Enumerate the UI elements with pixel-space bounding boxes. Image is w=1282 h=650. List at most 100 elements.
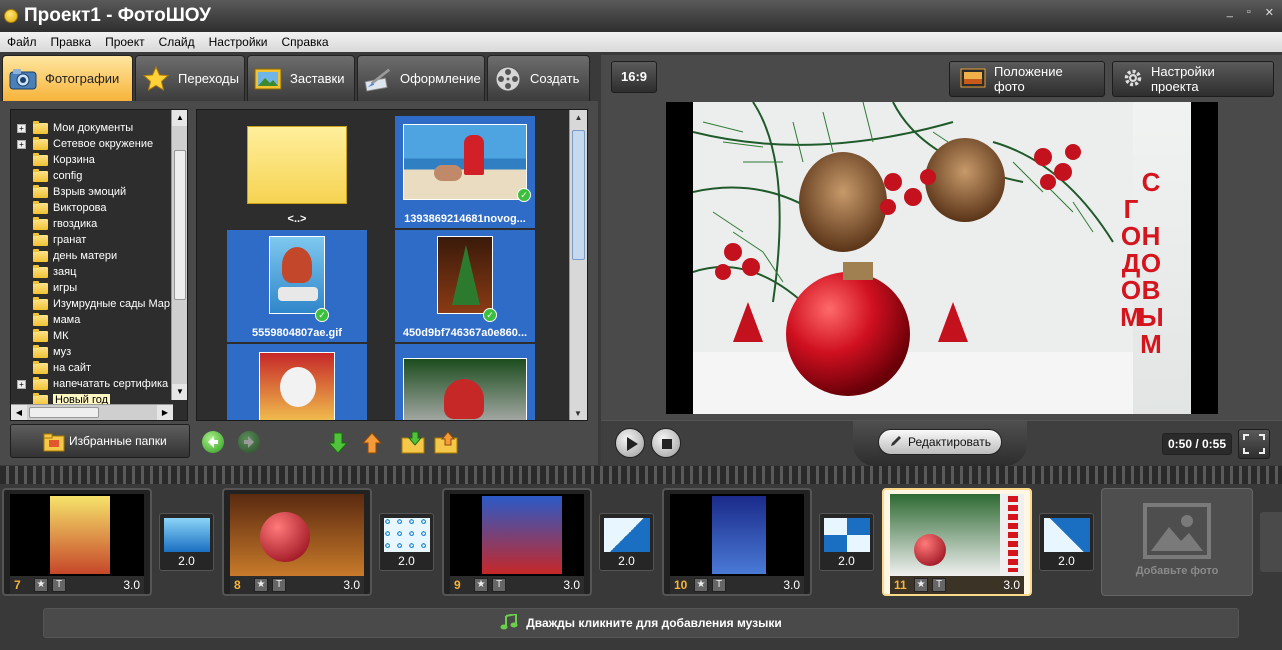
folder-label: Мои документы: [53, 122, 134, 134]
folder-tree-item[interactable]: гранат: [11, 232, 173, 248]
music-track[interactable]: Дважды кликните для добавления музыки: [43, 608, 1239, 638]
scroll-up-arrow[interactable]: ▲: [570, 110, 587, 126]
timeline-slide[interactable]: 7 ★ T 3.0: [2, 488, 152, 596]
slide-footer: 7 ★ T 3.0: [10, 576, 144, 594]
arrow-up-icon[interactable]: [361, 431, 383, 458]
scroll-right-arrow[interactable]: ▶: [157, 405, 173, 420]
timeline-scroll-right[interactable]: [1260, 512, 1282, 572]
scroll-up-arrow[interactable]: ▲: [172, 110, 187, 126]
effects-star-icon[interactable]: ★: [34, 578, 48, 592]
project-settings-button[interactable]: Настройки проекта: [1112, 61, 1274, 97]
playback-controls: Редактировать 0:50 / 0:55: [601, 420, 1282, 466]
folder-tree-item[interactable]: муз: [11, 344, 173, 360]
menu-settings[interactable]: Настройки: [209, 35, 268, 49]
thumbnail-parent-folder[interactable]: <..>: [227, 116, 367, 228]
timeline-slide[interactable]: 8 ★ T 3.0: [222, 488, 372, 596]
thumbnail-photo[interactable]: ✓ 1393869214681novog...: [395, 116, 535, 228]
back-arrow-icon[interactable]: [202, 431, 224, 453]
stop-button[interactable]: [651, 428, 681, 458]
text-icon[interactable]: T: [52, 578, 66, 592]
folder-label: Изумрудные сады Мар: [53, 298, 170, 310]
expand-icon[interactable]: +: [17, 123, 26, 133]
favorite-folders-button[interactable]: Избранные папки: [10, 424, 190, 458]
folder-tree-item[interactable]: заяц: [11, 264, 173, 280]
scroll-down-arrow[interactable]: ▼: [570, 406, 586, 420]
window-title: Проект1 - ФотоШОУ: [24, 5, 211, 26]
folder-tree-item[interactable]: Изумрудные сады Мар: [11, 296, 173, 312]
menu-help[interactable]: Справка: [281, 35, 328, 49]
timeline-slide-active[interactable]: 11 ★ T 3.0: [882, 488, 1032, 596]
text-icon[interactable]: T: [712, 578, 726, 592]
tree-vertical-scrollbar[interactable]: ▲ ▼: [171, 110, 187, 400]
close-button[interactable]: ✕: [1265, 6, 1274, 19]
effects-star-icon[interactable]: ★: [914, 578, 928, 592]
expand-icon[interactable]: +: [17, 139, 26, 149]
expand-icon[interactable]: +: [17, 379, 26, 389]
timeline-slide[interactable]: 9 ★ T 3.0: [442, 488, 592, 596]
thumbnail-photo[interactable]: [227, 344, 367, 420]
add-all-folder-icon[interactable]: [401, 431, 427, 458]
scroll-left-arrow[interactable]: ◀: [11, 405, 27, 420]
arrow-down-icon[interactable]: [327, 431, 349, 458]
folder-tree-item[interactable]: + Сетевое окружение: [11, 136, 173, 152]
thumbnail-photo[interactable]: ✓ 450d9bf746367a0e860...: [395, 230, 535, 342]
folder-tree-item[interactable]: Викторова: [11, 200, 173, 216]
tab-transitions[interactable]: Переходы: [135, 55, 245, 101]
folder-tree-item[interactable]: мама: [11, 312, 173, 328]
tree-horizontal-scrollbar[interactable]: ◀ ▶: [11, 404, 173, 420]
fullscreen-button[interactable]: [1238, 429, 1270, 459]
menu-slide[interactable]: Слайд: [159, 35, 195, 49]
folder-label: муз: [53, 346, 72, 358]
menu-edit[interactable]: Правка: [51, 35, 92, 49]
remove-all-folder-icon[interactable]: [434, 431, 460, 458]
minimize-button[interactable]: _: [1227, 6, 1233, 19]
folder-tree-item[interactable]: + напечатать сертифика: [11, 376, 173, 392]
thumbnail-photo[interactable]: ✓ 5559804807ae.gif: [227, 230, 367, 342]
scroll-down-arrow[interactable]: ▼: [172, 384, 187, 400]
aspect-ratio-button[interactable]: 16:9: [611, 61, 657, 93]
photo-position-button[interactable]: Положение фото: [949, 61, 1105, 97]
tab-create[interactable]: Создать: [487, 55, 590, 101]
tab-intros[interactable]: Заставки: [247, 55, 355, 101]
folder-tree-item[interactable]: config: [11, 168, 173, 184]
folder-tree-item[interactable]: Корзина: [11, 152, 173, 168]
check-icon: ✓: [517, 188, 531, 202]
maximize-button[interactable]: ▫: [1247, 6, 1251, 19]
timeline-slide[interactable]: 10 ★ T 3.0: [662, 488, 812, 596]
menu-project[interactable]: Проект: [105, 35, 145, 49]
effects-star-icon[interactable]: ★: [474, 578, 488, 592]
folder-tree-item[interactable]: МК: [11, 328, 173, 344]
folder-tree-item[interactable]: на сайт: [11, 360, 173, 376]
folder-label: мама: [53, 314, 81, 326]
folder-icon: [33, 264, 48, 278]
timeline-transition[interactable]: 2.0: [599, 513, 654, 571]
play-button[interactable]: [615, 428, 645, 458]
folder-tree-item[interactable]: гвоздика: [11, 216, 173, 232]
folder-tree-item[interactable]: игры: [11, 280, 173, 296]
scroll-thumb[interactable]: [29, 407, 99, 418]
timeline-transition[interactable]: 2.0: [159, 513, 214, 571]
folder-icon: [33, 248, 48, 262]
timeline-transition[interactable]: 2.0: [1039, 513, 1094, 571]
text-icon[interactable]: T: [932, 578, 946, 592]
edit-button[interactable]: Редактировать: [878, 429, 1002, 455]
thumbnail-photo[interactable]: ✓: [395, 344, 535, 420]
effects-star-icon[interactable]: ★: [694, 578, 708, 592]
transition-thumbnail: [1044, 518, 1090, 552]
timeline-transition[interactable]: 2.0: [379, 513, 434, 571]
tab-design[interactable]: Оформление: [357, 55, 485, 101]
folder-tree-item[interactable]: + Мои документы: [11, 120, 173, 136]
menu-file[interactable]: Файл: [7, 35, 37, 49]
tab-photos[interactable]: Фотографии: [2, 55, 133, 101]
text-icon[interactable]: T: [492, 578, 506, 592]
forward-arrow-icon[interactable]: [238, 431, 260, 453]
scroll-thumb[interactable]: [572, 130, 585, 260]
effects-star-icon[interactable]: ★: [254, 578, 268, 592]
scroll-thumb[interactable]: [174, 150, 186, 300]
timeline-transition[interactable]: 2.0: [819, 513, 874, 571]
folder-tree-item[interactable]: Взрыв эмоций: [11, 184, 173, 200]
folder-tree-item[interactable]: день матери: [11, 248, 173, 264]
thumbnails-vertical-scrollbar[interactable]: ▲ ▼: [569, 110, 587, 420]
text-icon[interactable]: T: [272, 578, 286, 592]
add-photo-button[interactable]: Добавьте фото: [1101, 488, 1253, 596]
